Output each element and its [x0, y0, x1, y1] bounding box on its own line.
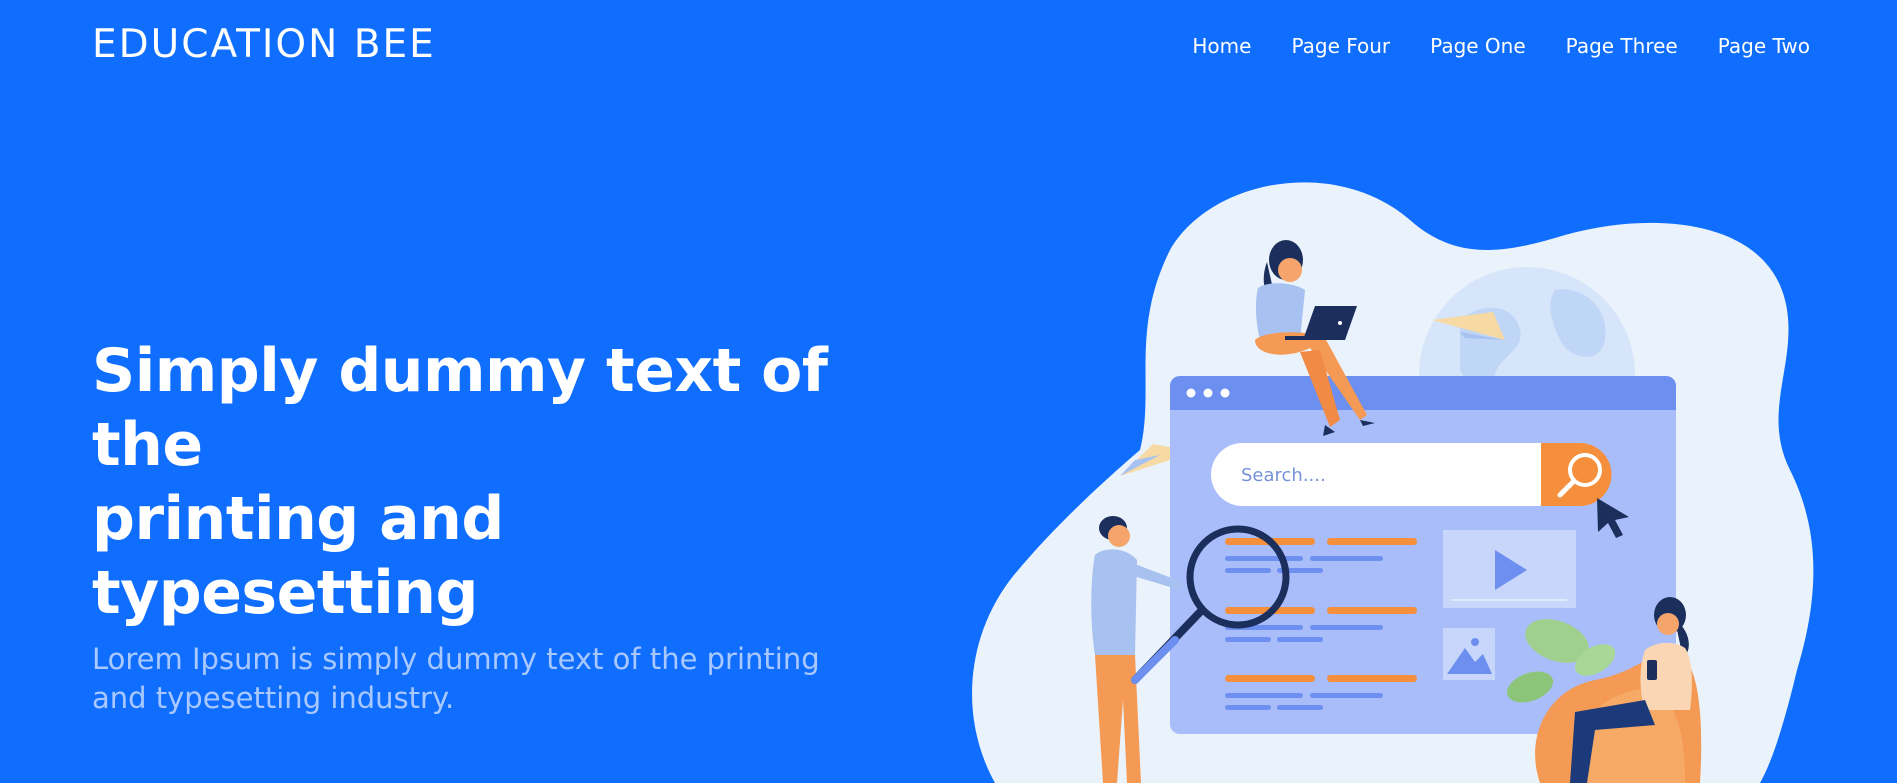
brand-logo[interactable]: EDUCATION BEE [92, 22, 436, 67]
image-icon [1443, 628, 1495, 680]
nav-link-page-four[interactable]: Page Four [1291, 34, 1390, 58]
search-bar: Search.... [1211, 443, 1612, 506]
nav-link-page-three[interactable]: Page Three [1566, 34, 1678, 58]
search-placeholder: Search.... [1241, 465, 1326, 486]
online-search-illustration: Search.... [972, 182, 1814, 783]
nav-link-page-one[interactable]: Page One [1430, 34, 1526, 58]
hero-title: Simply dummy text of the printing and ty… [92, 334, 892, 630]
nav-link-page-two[interactable]: Page Two [1718, 34, 1810, 58]
main-nav: Home Page Four Page One Page Three Page … [1192, 34, 1810, 58]
hero-subtitle: Lorem Ipsum is simply dummy text of the … [92, 642, 820, 715]
hero-title-line-2: printing and typesetting [92, 484, 504, 628]
video-play-icon [1443, 530, 1576, 608]
hero-illustration: Search.... [955, 180, 1835, 783]
hero-text: Simply dummy text of the printing and ty… [92, 334, 892, 718]
hero-title-line-1: Simply dummy text of the [92, 336, 828, 480]
nav-link-home[interactable]: Home [1192, 34, 1251, 58]
top-navbar: EDUCATION BEE Home Page Four Page One Pa… [0, 0, 1897, 96]
